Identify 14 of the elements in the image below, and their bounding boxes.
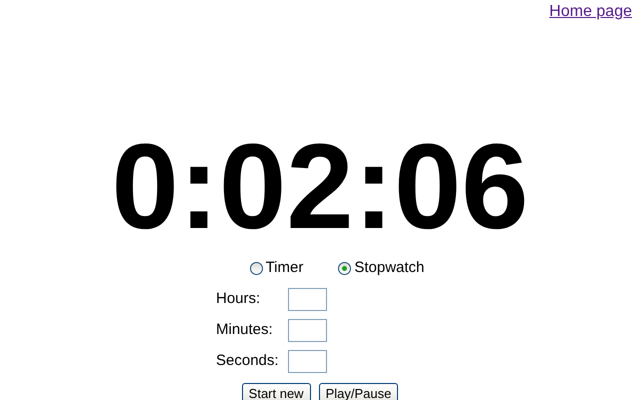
input-field[interactable] xyxy=(288,318,327,342)
field-label: Minutes: xyxy=(216,320,274,340)
radio-button[interactable] xyxy=(250,262,263,275)
input-field[interactable] xyxy=(288,350,327,372)
clock-display: 0:02:06 xyxy=(111,126,529,247)
radio-label[interactable]: Stopwatch xyxy=(354,257,424,280)
home-page-link[interactable]: Home page xyxy=(549,0,632,24)
field-label: Hours: xyxy=(216,288,262,309)
radio-button[interactable] xyxy=(338,262,352,275)
action-button[interactable]: Start new xyxy=(242,382,311,400)
field-label: Seconds: xyxy=(216,350,280,371)
radio-label[interactable]: Timer xyxy=(266,257,304,280)
input-field[interactable] xyxy=(288,288,327,310)
action-button[interactable]: Play/Pause xyxy=(318,382,398,400)
